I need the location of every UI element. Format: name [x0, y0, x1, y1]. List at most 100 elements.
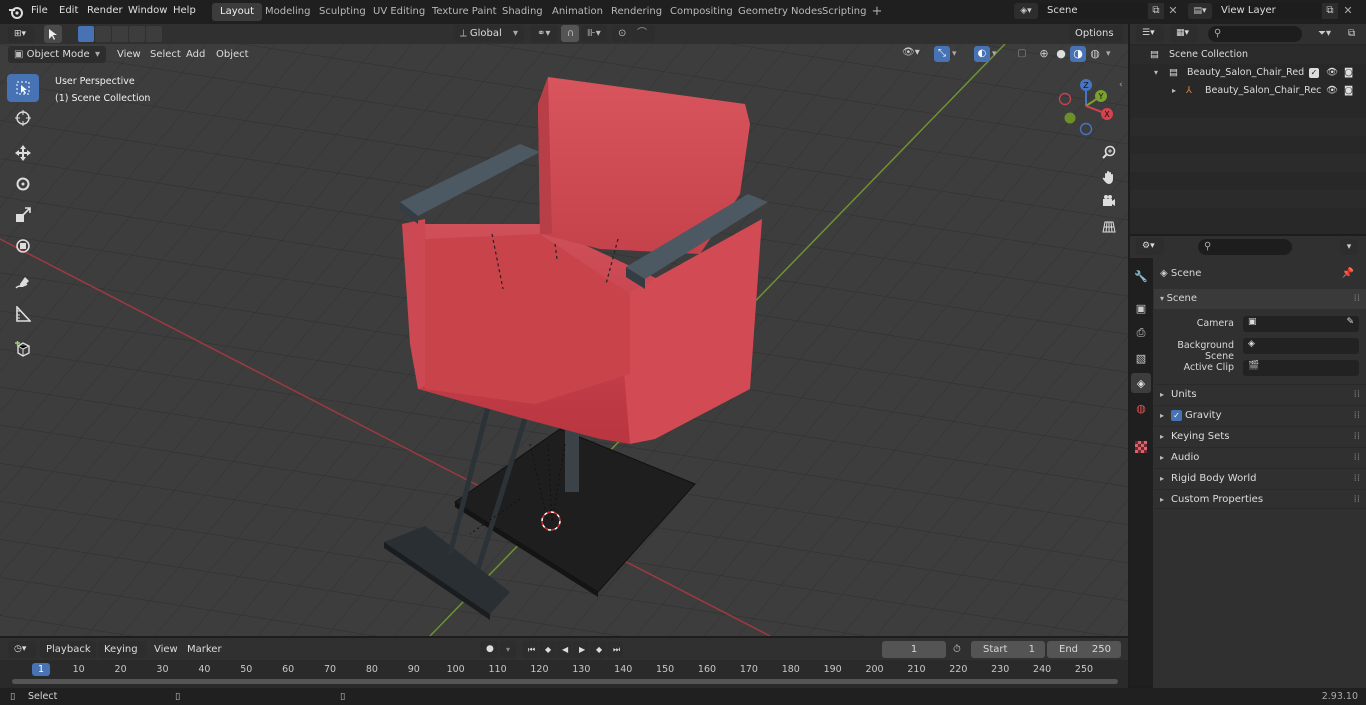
render-tab-icon[interactable]: ▣ — [1131, 298, 1151, 318]
camera-view-icon[interactable] — [1098, 190, 1120, 212]
shading-rendered-icon[interactable]: ◍ — [1087, 46, 1103, 62]
properties-search-input[interactable]: ⚲ — [1198, 239, 1292, 255]
jump-end-icon[interactable]: ⏭ — [607, 641, 623, 658]
camera-field[interactable]: ▣ ✎ — [1243, 316, 1359, 332]
next-keyframe-icon[interactable]: ◆ — [590, 641, 606, 658]
view-layer-tab-icon[interactable]: ▧ — [1131, 348, 1151, 368]
shading-solid-icon[interactable]: ● — [1053, 46, 1069, 62]
transform-tool-icon[interactable] — [7, 232, 39, 260]
tab-uv-editing[interactable]: UV Editing — [365, 3, 433, 21]
visibility-icon[interactable]: 👁▾ — [902, 47, 928, 63]
outliner-scene-collection[interactable]: ▤ Scene Collection — [1130, 46, 1366, 64]
eye-icon[interactable]: 👁 — [1326, 82, 1338, 100]
eye-icon[interactable]: 👁 — [1326, 64, 1338, 82]
scene-tab-icon[interactable]: ◈ — [1131, 373, 1151, 393]
view-layer-icon[interactable]: ▤▾ — [1188, 3, 1212, 19]
background-scene-field[interactable]: ◈ — [1243, 338, 1359, 354]
close-scene-icon[interactable]: ✕ — [1165, 3, 1181, 19]
scene-selector-icon[interactable]: ◈▾ — [1014, 3, 1038, 19]
tab-animation[interactable]: Animation — [544, 3, 611, 21]
eyedropper-icon[interactable]: ✎ — [1346, 317, 1354, 327]
world-tab-icon[interactable]: ◍ — [1131, 398, 1151, 418]
tab-shading[interactable]: Shading — [494, 3, 551, 21]
menu-add[interactable]: Add — [186, 46, 205, 63]
output-tab-icon[interactable]: ⎙ — [1131, 323, 1151, 343]
mode-dropdown[interactable]: ▣ Object Mode ▾ — [8, 46, 106, 63]
select-box-tool[interactable] — [7, 74, 39, 102]
scene-name-field[interactable]: Scene — [1039, 3, 1147, 19]
timeline-view-menu[interactable]: View — [154, 641, 178, 658]
outliner-search-input[interactable]: ⚲ — [1208, 26, 1302, 42]
panel-units[interactable]: ▸ Units ⁞⁞ — [1154, 384, 1366, 404]
drag-handle-icon[interactable]: ⁞⁞ — [1354, 469, 1360, 489]
drag-handle-icon[interactable]: ⁞⁞ — [1354, 385, 1360, 405]
snap-toggle-icon[interactable]: ∩ — [561, 25, 579, 42]
outliner-item-collection[interactable]: ▾ ▤ Beauty_Salon_Chair_Red ✓ 👁 ◙ — [1130, 64, 1366, 82]
zoom-icon[interactable] — [1098, 141, 1120, 163]
tab-modeling[interactable]: Modeling — [257, 3, 319, 21]
menu-help[interactable]: Help — [173, 0, 196, 22]
tool-settings-tab-icon[interactable]: 🔧 — [1131, 266, 1151, 286]
camera-icon[interactable]: ◙ — [1344, 82, 1353, 100]
new-collection-icon[interactable]: ⧉ — [1348, 26, 1364, 42]
keying-menu[interactable]: Keying▾ — [98, 641, 146, 672]
options-dropdown[interactable]: Options ▾ — [1069, 25, 1123, 56]
panel-custom-properties[interactable]: ▸ Custom Properties ⁞⁞ — [1154, 489, 1366, 509]
overlays-toggle-icon[interactable]: ◐ — [974, 46, 990, 62]
navigation-gizmo[interactable]: Z Y X — [1058, 78, 1118, 138]
properties-options-icon[interactable]: ▾ — [1340, 239, 1358, 255]
start-frame-field[interactable]: Start 1 — [971, 641, 1045, 658]
sidebar-toggle-icon[interactable]: ‹ — [1119, 80, 1127, 92]
overlays-dropdown-icon[interactable]: ▾ — [992, 46, 1004, 62]
panel-rigid-body-world[interactable]: ▸ Rigid Body World ⁞⁞ — [1154, 468, 1366, 488]
outliner-editor-type-icon[interactable]: ☰▾ — [1136, 25, 1164, 42]
tab-texture-paint[interactable]: Texture Paint — [424, 3, 505, 21]
drag-handle-icon[interactable]: ⁞⁞ — [1354, 406, 1360, 426]
perspective-toggle-icon[interactable] — [1098, 216, 1120, 238]
xray-icon[interactable]: ▢ — [1014, 46, 1030, 62]
select-mode-invert-icon[interactable] — [129, 26, 145, 42]
pivot-point-icon[interactable]: ⚭▾ — [531, 25, 557, 42]
add-cube-tool-icon[interactable] — [7, 335, 39, 363]
panel-audio[interactable]: ▸ Audio ⁞⁞ — [1154, 447, 1366, 467]
editor-type-icon[interactable]: ⊞▾ — [8, 26, 34, 43]
active-clip-field[interactable]: 🎬 — [1243, 360, 1359, 376]
move-tool-icon[interactable] — [7, 139, 39, 167]
pan-hand-icon[interactable] — [1098, 166, 1120, 188]
select-mode-subtract-icon[interactable] — [112, 26, 128, 42]
3d-viewport[interactable] — [0, 44, 1128, 636]
section-scene[interactable]: ▾ Scene ⁞⁞ — [1154, 289, 1366, 309]
proportional-edit-icon[interactable]: ⊙ — [612, 25, 630, 42]
drag-handle-icon[interactable]: ⁞⁞ — [1354, 490, 1360, 510]
menu-edit[interactable]: Edit — [59, 0, 78, 22]
drag-handle-icon[interactable]: ⁞⁞ — [1354, 289, 1360, 309]
cursor-tool-icon[interactable] — [7, 104, 39, 132]
play-reverse-icon[interactable]: ◀ — [556, 641, 572, 658]
shading-wireframe-icon[interactable]: ⊕ — [1036, 46, 1052, 62]
end-frame-field[interactable]: End 250 — [1047, 641, 1121, 658]
close-view-layer-icon[interactable]: ✕ — [1340, 3, 1356, 19]
active-tool-icon[interactable] — [44, 25, 62, 43]
panel-keying-sets[interactable]: ▸ Keying Sets ⁞⁞ — [1154, 426, 1366, 446]
properties-editor-type-icon[interactable]: ⚙▾ — [1136, 238, 1164, 255]
annotate-tool-icon[interactable] — [7, 269, 39, 297]
tab-compositing[interactable]: Compositing — [662, 3, 741, 21]
gizmo-dropdown-icon[interactable]: ▾ — [952, 46, 964, 62]
jump-start-icon[interactable]: ⏮ — [522, 641, 538, 658]
camera-icon[interactable]: ◙ — [1344, 64, 1353, 82]
drag-handle-icon[interactable]: ⁞⁞ — [1354, 427, 1360, 447]
view-layer-field[interactable]: View Layer — [1213, 3, 1321, 19]
menu-render[interactable]: Render — [87, 0, 123, 22]
menu-select[interactable]: Select — [150, 46, 181, 63]
new-view-layer-icon[interactable]: ⧉ — [1322, 3, 1338, 19]
new-scene-icon[interactable]: ⧉ — [1148, 3, 1164, 19]
play-icon[interactable]: ▶ — [573, 641, 589, 658]
snap-target-icon[interactable]: ⊪▾ — [581, 25, 607, 42]
pin-icon[interactable]: 📌 — [1342, 266, 1354, 282]
panel-gravity[interactable]: ▸ ✓ Gravity ⁞⁞ — [1154, 405, 1366, 425]
blender-logo-icon[interactable] — [8, 4, 24, 20]
menu-view[interactable]: View — [117, 46, 141, 63]
measure-tool-icon[interactable] — [7, 300, 39, 328]
current-frame-field[interactable]: 1 — [882, 641, 946, 658]
add-workspace-icon[interactable]: + — [870, 5, 884, 19]
